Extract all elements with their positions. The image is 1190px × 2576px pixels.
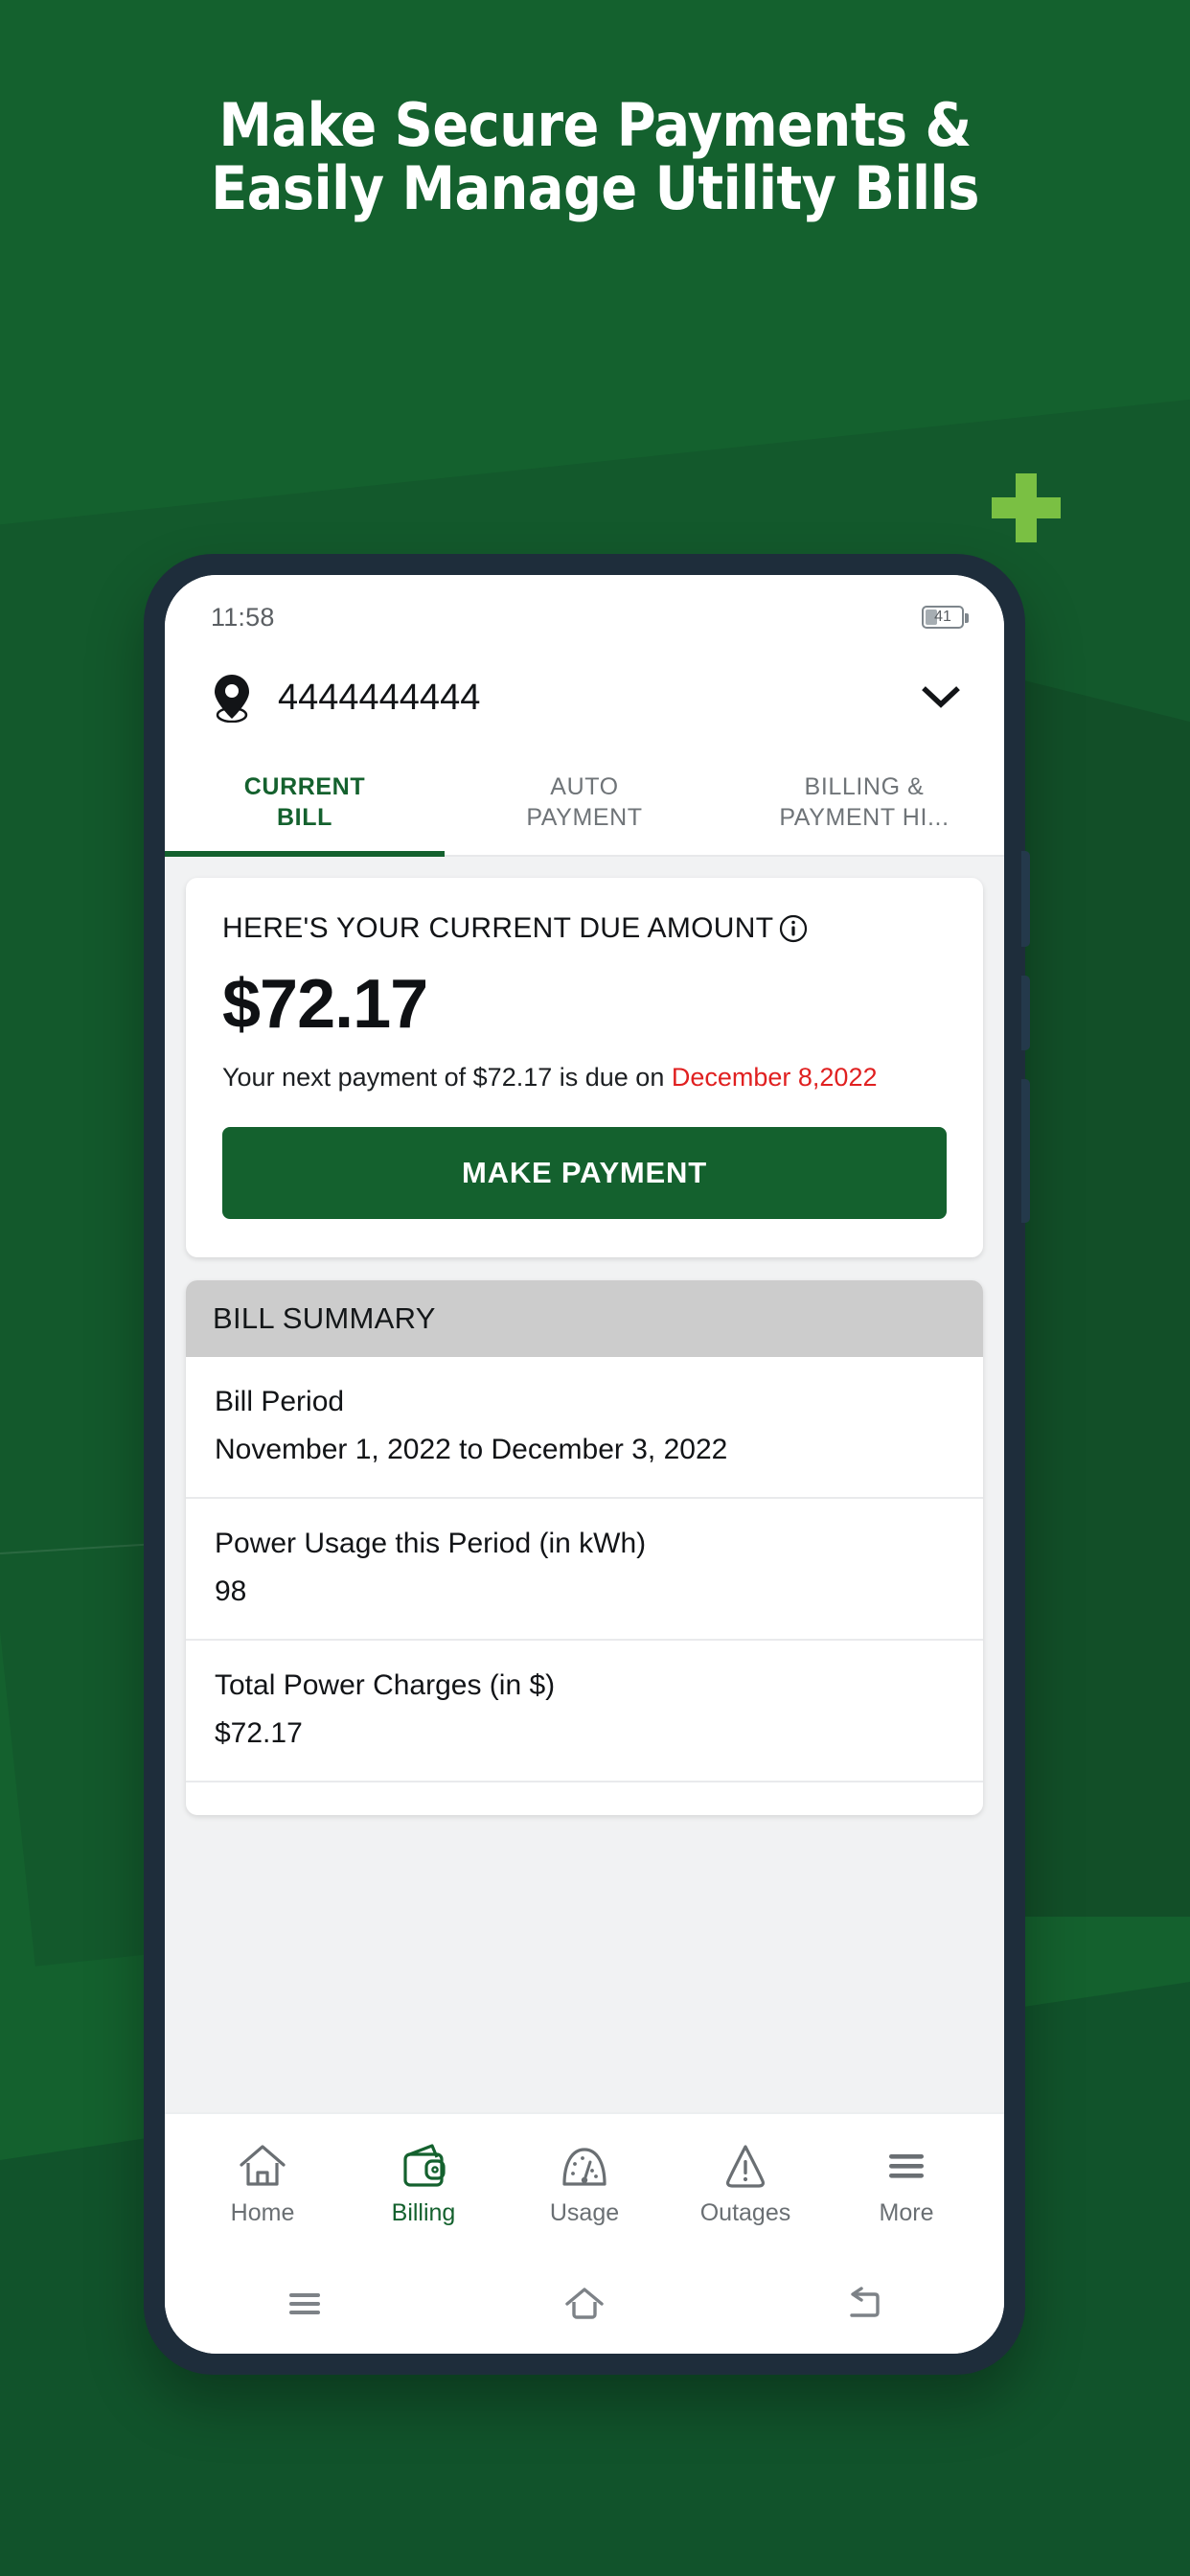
nav-item-billing[interactable]: Billing	[343, 2142, 504, 2227]
account-number-label: 4444444444	[278, 677, 481, 718]
due-subtext-prefix: Your next payment of $72.17 is due on	[222, 1063, 672, 1092]
system-navigation-bar	[165, 2254, 1004, 2354]
system-back-button[interactable]	[724, 2283, 1004, 2325]
home-outline-icon	[565, 2288, 604, 2319]
due-card-title: HERE'S YOUR CURRENT DUE AMOUNT	[222, 912, 774, 944]
phone-screen: 11:58 41 4444444444 CURRENT BILL AUTO PA…	[165, 575, 1004, 2354]
nav-label: Usage	[549, 2198, 620, 2226]
nav-label: Outages	[699, 2198, 791, 2226]
current-due-card: HERE'S YOUR CURRENT DUE AMOUNT $72.17 Yo…	[186, 878, 983, 1258]
make-payment-button[interactable]: MAKE PAYMENT	[222, 1127, 947, 1220]
info-circle-icon[interactable]	[779, 914, 808, 943]
chevron-down-icon[interactable]	[922, 685, 960, 710]
summary-value: 98	[215, 1576, 247, 1608]
promo-headline-line1: Make Secure Payments &	[218, 90, 972, 160]
nav-label: Billing	[391, 2198, 456, 2226]
summary-row-total-charges: Total Power Charges (in $) $72.17	[186, 1641, 983, 1783]
tab-bar: CURRENT BILL AUTO PAYMENT BILLING & PAYM…	[165, 749, 1004, 857]
tab-current-bill[interactable]: CURRENT BILL	[165, 749, 445, 857]
app-content: HERE'S YOUR CURRENT DUE AMOUNT $72.17 Yo…	[165, 857, 1004, 2112]
promo-headline: Make Secure Payments & Easily Manage Uti…	[0, 94, 1190, 219]
bill-summary-card: BILL SUMMARY Bill Period November 1, 202…	[186, 1280, 983, 1816]
nav-label: More	[879, 2198, 934, 2226]
nav-item-home[interactable]: Home	[182, 2142, 343, 2227]
summary-row-bill-period: Bill Period November 1, 2022 to December…	[186, 1357, 983, 1500]
summary-label: Power Usage this Period (in kWh)	[215, 1528, 647, 1560]
summary-value: $72.17	[215, 1717, 303, 1750]
due-amount-value: $72.17	[222, 966, 428, 1043]
nav-label: Home	[230, 2198, 295, 2226]
bill-summary-header: BILL SUMMARY	[186, 1280, 983, 1358]
system-home-button[interactable]	[445, 2283, 724, 2325]
system-recents-button[interactable]	[165, 2283, 445, 2325]
back-arrow-icon	[850, 2287, 880, 2317]
due-subtext: Your next payment of $72.17 is due on De…	[222, 1060, 947, 1094]
account-header[interactable]: 4444444444	[165, 646, 1004, 749]
gauge-icon	[562, 2147, 606, 2186]
nav-item-outages[interactable]: Outages	[665, 2142, 826, 2227]
home-icon	[240, 2144, 286, 2186]
phone-side-button-1	[1021, 851, 1030, 947]
summary-row-power-usage: Power Usage this Period (in kWh) 98	[186, 1499, 983, 1642]
recents-icon	[289, 2293, 320, 2314]
promo-headline-line2: Easily Manage Utility Bills	[211, 152, 979, 223]
battery-icon: 41	[922, 606, 969, 629]
hamburger-icon	[889, 2153, 924, 2178]
summary-row-partial	[186, 1782, 983, 1815]
nav-item-usage[interactable]: Usage	[504, 2142, 665, 2227]
due-date: December 8,2022	[671, 1063, 878, 1092]
nav-item-more[interactable]: More	[826, 2142, 987, 2227]
summary-label: Bill Period	[215, 1386, 345, 1418]
summary-label: Total Power Charges (in $)	[215, 1669, 556, 1702]
phone-device-mockup: 11:58 41 4444444444 CURRENT BILL AUTO PA…	[144, 554, 1030, 2375]
location-pin-icon	[215, 675, 249, 723]
status-bar-time: 11:58	[211, 602, 275, 632]
status-bar: 11:58 41	[165, 575, 1004, 646]
battery-level-label: 41	[934, 609, 951, 625]
tab-auto-payment[interactable]: AUTO PAYMENT	[445, 749, 724, 855]
tab-billing-payment-history[interactable]: BILLING & PAYMENT HI...	[724, 749, 1004, 855]
bottom-navigation-bar: Home Billing Usage Outages More	[165, 2112, 1004, 2254]
plus-accent-icon	[992, 473, 1061, 542]
phone-side-button-2	[1021, 976, 1030, 1050]
wallet-icon	[403, 2143, 446, 2187]
due-title-row: HERE'S YOUR CURRENT DUE AMOUNT	[222, 912, 947, 945]
phone-side-button-3	[1021, 1079, 1030, 1223]
warning-triangle-icon	[725, 2144, 766, 2188]
summary-value: November 1, 2022 to December 3, 2022	[215, 1434, 728, 1466]
